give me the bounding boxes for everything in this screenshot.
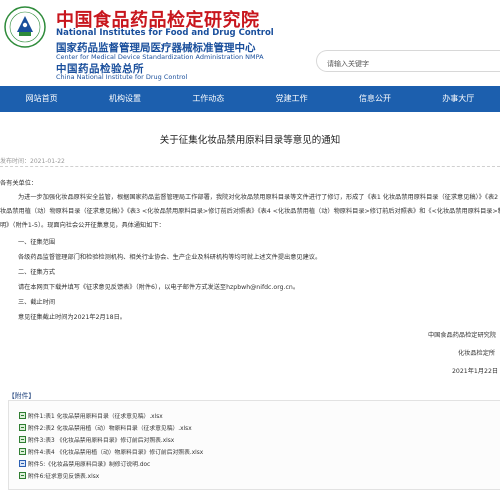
attachments-list: 附件1:表1 化妆品禁用原料目录（征求意见稿）.xlsx 附件2:表2 化妆品禁… (8, 400, 500, 490)
site-title-en: National Institutes for Food and Drug Co… (56, 28, 274, 38)
attachment-link[interactable]: 附件5:《化妆品禁用原料目录》制修订说明.doc (19, 459, 150, 468)
section-body: 各级药品监督管理部门和检验检测机构、相关行业协会、生产企业及科研机构等均可就上述… (18, 254, 322, 261)
attachment-label: 附件6:征求意见反馈表.xlsx (28, 474, 100, 480)
signature-org: 中国食品药品检定研究院 (428, 332, 497, 339)
divider (0, 166, 500, 167)
excel-file-icon (19, 472, 26, 479)
section-body: 意见征集截止时间为2021年2月18日。 (18, 314, 126, 321)
nav-item-organization[interactable]: 机构设置 (83, 86, 166, 112)
site-subtitle-2-en: China National Institute for Drug Contro… (56, 73, 188, 81)
section-heading: 一、征集范围 (18, 239, 56, 246)
greeting: 各有关单位： (0, 180, 38, 187)
word-file-icon (19, 460, 26, 467)
attachments-title: 【附件】 (8, 392, 36, 400)
site-header: 中国食品药品检定研究院 National Institutes for Food… (0, 0, 500, 86)
attachment-label: 附件1:表1 化妆品禁用原料目录（征求意见稿）.xlsx (28, 414, 163, 420)
nav-item-party[interactable]: 党建工作 (250, 86, 333, 112)
section-body: 请在本网页下载并填写《征求意见反馈表》（附件6），以电子邮件方式发送至hzpbw… (18, 284, 300, 291)
publish-time: 发布时间：2021-01-22 (0, 158, 65, 165)
attachment-link[interactable]: 附件2:表2 化妆品禁用植（动）物原料目录（征求意见稿）.xlsx (19, 423, 192, 432)
article: 关于征集化妆品禁用原料目录等意见的通知 发布时间：2021-01-22 各有关单… (0, 112, 500, 496)
nav-item-services[interactable]: 办事大厅 (417, 86, 500, 112)
nav-item-news[interactable]: 工作动态 (167, 86, 250, 112)
paragraph-line: 妆品禁用植（动）物原料目录（征求意见稿）》《表3 <化妆品禁用原料目录>修订前后… (0, 208, 500, 215)
article-title: 关于征集化妆品禁用原料目录等意见的通知 (159, 135, 341, 146)
attachment-label: 附件3:表3 《化妆品禁用原料目录》修订前后对照表.xlsx (28, 438, 175, 444)
search-input[interactable] (317, 54, 500, 74)
signature-dept: 化妆品检定所 (458, 350, 496, 357)
attachment-label: 附件5:《化妆品禁用原料目录》制修订说明.doc (28, 462, 151, 468)
attachment-label: 附件4:表4 《化妆品禁用植（动）物原料目录》修订前后对照表.xlsx (28, 450, 204, 456)
excel-file-icon (19, 424, 26, 431)
attachment-label: 附件2:表2 化妆品禁用植（动）物原料目录（征求意见稿）.xlsx (28, 426, 192, 432)
section-heading: 二、征集方式 (18, 269, 56, 276)
search-box (316, 50, 500, 74)
attachment-link[interactable]: 附件1:表1 化妆品禁用原料目录（征求意见稿）.xlsx (19, 411, 163, 420)
paragraph-line: 为进一步加强化妆品原料安全监管，根据国家药品监督管理局工作部署，我院对化妆品禁用… (18, 194, 500, 201)
nifdc-logo[interactable] (4, 6, 46, 48)
attachment-link[interactable]: 附件3:表3 《化妆品禁用原料目录》修订前后对照表.xlsx (19, 435, 174, 444)
nav-item-disclosure[interactable]: 信息公开 (333, 86, 416, 112)
excel-file-icon (19, 448, 26, 455)
attachment-link[interactable]: 附件6:征求意见反馈表.xlsx (19, 471, 99, 480)
nav-item-home[interactable]: 网站首页 (0, 86, 83, 112)
site-subtitle-en: Center for Medical Device Standardizatio… (56, 53, 264, 61)
attachment-link[interactable]: 附件4:表4 《化妆品禁用植（动）物原料目录》修订前后对照表.xlsx (19, 447, 203, 456)
excel-file-icon (19, 412, 26, 419)
excel-file-icon (19, 436, 26, 443)
paragraph-line: 明》（附件1-5）。现面向社会公开征集意见，具体通知如下： (0, 222, 165, 229)
main-nav: 网站首页 机构设置 工作动态 党建工作 信息公开 办事大厅 (0, 86, 500, 112)
section-heading: 三、截止时间 (18, 299, 56, 306)
signature-date: 2021年1月22日 (452, 368, 499, 375)
